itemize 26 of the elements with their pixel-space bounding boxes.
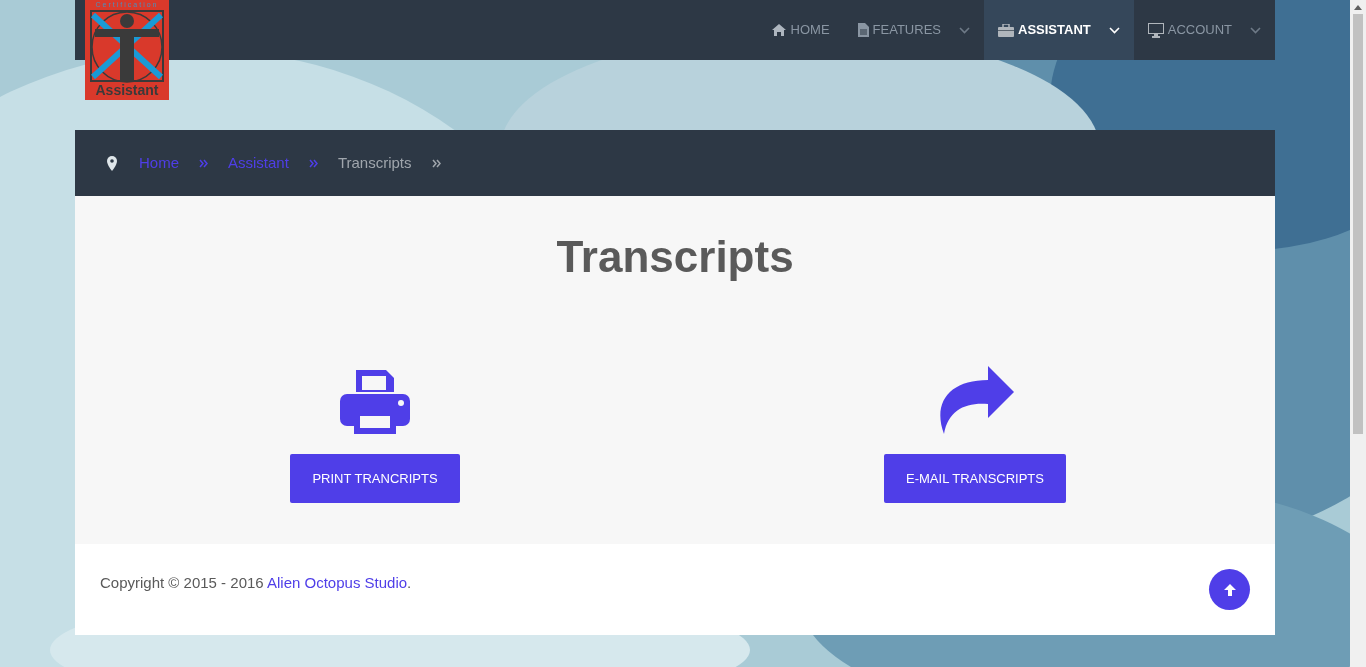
home-icon [770, 23, 787, 37]
chevron-down-icon [1108, 26, 1120, 34]
nav-item[interactable]: ASSISTANT [984, 0, 1134, 60]
arrow-up-icon [1222, 582, 1237, 597]
logo-wordmark: Assistant [95, 83, 159, 97]
nav-item[interactable]: FEATURES [843, 0, 984, 60]
chevron-right-icon [431, 158, 441, 168]
nav-item[interactable]: ACCOUNT [1133, 0, 1275, 60]
scrollbar[interactable] [1350, 0, 1366, 667]
chevron-right-icon [308, 158, 318, 168]
copyright-text: Copyright © 2015 - 2016 Alien Octopus Studio. [100, 573, 412, 593]
chevron-down-icon [959, 26, 970, 34]
monitor-icon [1147, 22, 1164, 38]
scroll-top-button[interactable] [1209, 569, 1250, 610]
scroll-up-icon[interactable] [1354, 5, 1362, 10]
chevron-right-icon [199, 158, 208, 168]
briefcase-icon [998, 23, 1014, 37]
nav-item[interactable]: HOME [756, 0, 844, 60]
email-button[interactable]: E-MAIL TRANSCRIPTS [884, 454, 1066, 503]
chevron-down-icon [1250, 26, 1261, 34]
breadcrumb-current: Transcripts [337, 152, 412, 173]
document-icon [857, 23, 869, 37]
printer-icon [340, 370, 410, 434]
page-title: Transcripts [556, 231, 794, 283]
map-pin-icon [107, 155, 117, 171]
print-button[interactable]: PRINT TRANCRIPTS [290, 454, 460, 503]
